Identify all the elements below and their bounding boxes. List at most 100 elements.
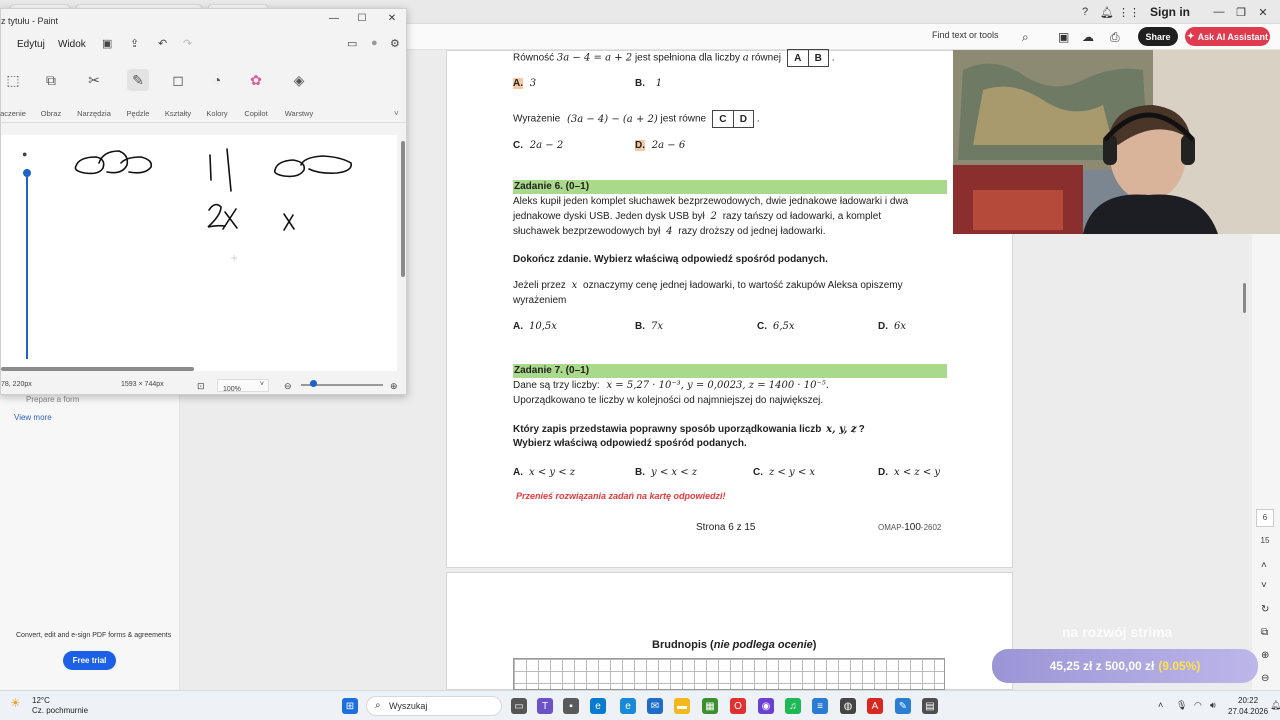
settings-gear-icon[interactable]: ⚙: [390, 37, 400, 50]
mail-icon[interactable]: ✉: [647, 698, 663, 714]
image-icon: ⧉: [46, 71, 56, 88]
z7-option-a: A. x < y < z: [513, 467, 575, 478]
help-icon[interactable]: ?: [1078, 5, 1092, 19]
page-number: Strona 6 z 15: [696, 522, 756, 533]
brush-size-slider[interactable]: ●: [19, 149, 35, 361]
zoom-out-icon[interactable]: ⊖: [1261, 673, 1269, 684]
z6-instruction: Dokończ zdanie. Wybierz właściwą odpowie…: [513, 254, 828, 265]
zoom-out-icon[interactable]: ⊖: [284, 381, 292, 392]
paint-icon[interactable]: ✎: [895, 698, 911, 714]
discord-icon[interactable]: ◉: [758, 698, 774, 714]
minimize-icon[interactable]: —: [1212, 5, 1226, 19]
close-icon[interactable]: ✕: [1256, 5, 1270, 19]
transfer-answers-note: Przenieś rozwiązania zadań na kartę odpo…: [516, 491, 726, 501]
restore-icon[interactable]: ❐: [1234, 5, 1248, 19]
sign-in-link[interactable]: Sign in: [1150, 5, 1190, 19]
ribbon-image[interactable]: ⧉ Obraz: [31, 57, 71, 123]
horizontal-scrollbar[interactable]: [1, 367, 194, 371]
browser-icon[interactable]: e: [620, 698, 636, 714]
menu-edytuj[interactable]: Edytuj: [17, 39, 45, 50]
ribbon-selection[interactable]: ⬚ aczenie: [0, 57, 33, 123]
find-tools-button[interactable]: Find text or tools: [932, 30, 999, 40]
undo-icon[interactable]: ↶: [158, 37, 167, 50]
share-icon[interactable]: ⇪: [130, 37, 139, 50]
math-var: a: [742, 52, 749, 64]
teams-icon[interactable]: T: [537, 698, 553, 714]
system-clock[interactable]: 20:22 27.04.2026: [1228, 695, 1268, 717]
wifi-icon[interactable]: ◠: [1194, 700, 1202, 711]
ribbon-label: aczenie: [0, 109, 26, 118]
spotify-icon[interactable]: ♫: [785, 698, 801, 714]
paint-title-bar[interactable]: z tytułu - Paint — ☐ ✕: [1, 9, 406, 31]
microphone-icon[interactable]: 🎙︎: [1176, 700, 1187, 711]
apps-grid-icon[interactable]: ⋮⋮: [1118, 5, 1140, 19]
option-value: x < y < z: [529, 467, 576, 478]
math-expression: x = 5,27 · 10⁻³, y = 0,0023, z = 1400 · …: [606, 380, 829, 391]
bell-icon[interactable]: 🔔︎: [1100, 5, 1114, 19]
notes-icon[interactable]: ≡: [812, 698, 828, 714]
vertical-scrollbar[interactable]: [401, 141, 405, 277]
paint-canvas[interactable]: +: [1, 135, 397, 371]
zoom-slider-thumb[interactable]: [310, 380, 317, 387]
taskbar-search[interactable]: ⌕ Wyszukaj: [366, 696, 502, 716]
prepare-form-item[interactable]: Prepare a form: [26, 395, 79, 404]
minimize-icon[interactable]: —: [328, 13, 340, 24]
save-icon[interactable]: ▣: [1058, 30, 1069, 44]
maximize-icon[interactable]: ☐: [356, 13, 368, 24]
close-icon[interactable]: ✕: [386, 13, 398, 24]
zoom-in-icon[interactable]: ⊕: [390, 381, 398, 392]
code-prefix: OMAP-: [878, 523, 905, 532]
donation-amount: 45,25 zł: [1049, 659, 1093, 673]
chevron-down-icon[interactable]: ˅: [394, 109, 399, 118]
acrobat-icon[interactable]: A: [867, 698, 883, 714]
chevron-up-icon[interactable]: ˄: [1261, 560, 1267, 571]
donation-progress: 45,25 zł z 500,00 zł (9.05%): [992, 649, 1258, 683]
ribbon-shapes[interactable]: ◻ Kształty: [158, 57, 198, 123]
refresh-icon[interactable]: ↻: [1261, 604, 1269, 615]
opera-icon[interactable]: O: [730, 698, 746, 714]
task-view-icon[interactable]: ▭: [511, 698, 527, 714]
vertical-scrollbar[interactable]: [1243, 283, 1246, 313]
calculator-icon[interactable]: ▤: [922, 698, 938, 714]
copy-icon[interactable]: ⧉: [1261, 627, 1268, 638]
account-icon[interactable]: ●: [371, 37, 378, 49]
app-icon[interactable]: ▪: [563, 698, 579, 714]
comment-icon[interactable]: ▭: [347, 37, 357, 50]
volume-icon[interactable]: 🔊︎: [1210, 700, 1216, 711]
text: Równość: [513, 52, 555, 64]
total-pages: 15: [1260, 536, 1270, 545]
ribbon-tools[interactable]: ✂ Narzędzia: [74, 57, 114, 123]
ribbon-copilot[interactable]: ✿ Copilot: [236, 57, 276, 123]
upload-cloud-icon[interactable]: ☁: [1082, 30, 1094, 44]
fit-icon[interactable]: ⊡: [197, 381, 205, 392]
menu-widok[interactable]: Widok: [58, 39, 86, 50]
text: ?: [858, 424, 865, 435]
view-more-link[interactable]: View more: [14, 413, 52, 422]
steam-icon[interactable]: ◍: [840, 698, 856, 714]
free-trial-button[interactable]: Free trial: [63, 651, 116, 670]
math-expression: (3a − 4) − (a + 2): [566, 113, 658, 125]
search-icon[interactable]: ⌕: [1022, 30, 1029, 45]
redo-icon[interactable]: ↷: [183, 37, 192, 50]
start-windows-icon[interactable]: ⊞: [342, 698, 358, 714]
brudnopis-heading: Brudnopis (nie podlega ocenie): [652, 639, 816, 651]
ribbon-colors[interactable]: ◔ Kolory: [197, 57, 237, 123]
tray-chevron-icon[interactable]: ˄: [1158, 700, 1163, 710]
print-icon[interactable]: ⎙: [1110, 30, 1120, 45]
temperature: 12°C: [32, 696, 50, 705]
chevron-down-icon[interactable]: ˅: [1261, 580, 1267, 591]
ask-ai-assistant-button[interactable]: ✦ Ask AI Assistant: [1185, 27, 1270, 46]
share-button[interactable]: Share: [1138, 27, 1178, 46]
ribbon-layers[interactable]: ◈ Warstwy: [279, 57, 319, 123]
option-label: B.: [635, 321, 645, 332]
notification-icon[interactable]: 🔔︎: [1270, 700, 1280, 711]
minecraft-icon[interactable]: ▦: [702, 698, 718, 714]
ribbon-brushes[interactable]: ✎ Pędzle: [118, 57, 158, 123]
zoom-in-icon[interactable]: ⊕: [1261, 650, 1269, 661]
folder-icon[interactable]: ▬: [674, 698, 690, 714]
zoom-select[interactable]: 100% ˅: [217, 379, 269, 393]
ribbon-label: Kolory: [206, 109, 228, 118]
save-icon[interactable]: ▣: [102, 37, 112, 50]
edge-icon[interactable]: e: [590, 698, 606, 714]
drawing: +: [74, 148, 353, 264]
